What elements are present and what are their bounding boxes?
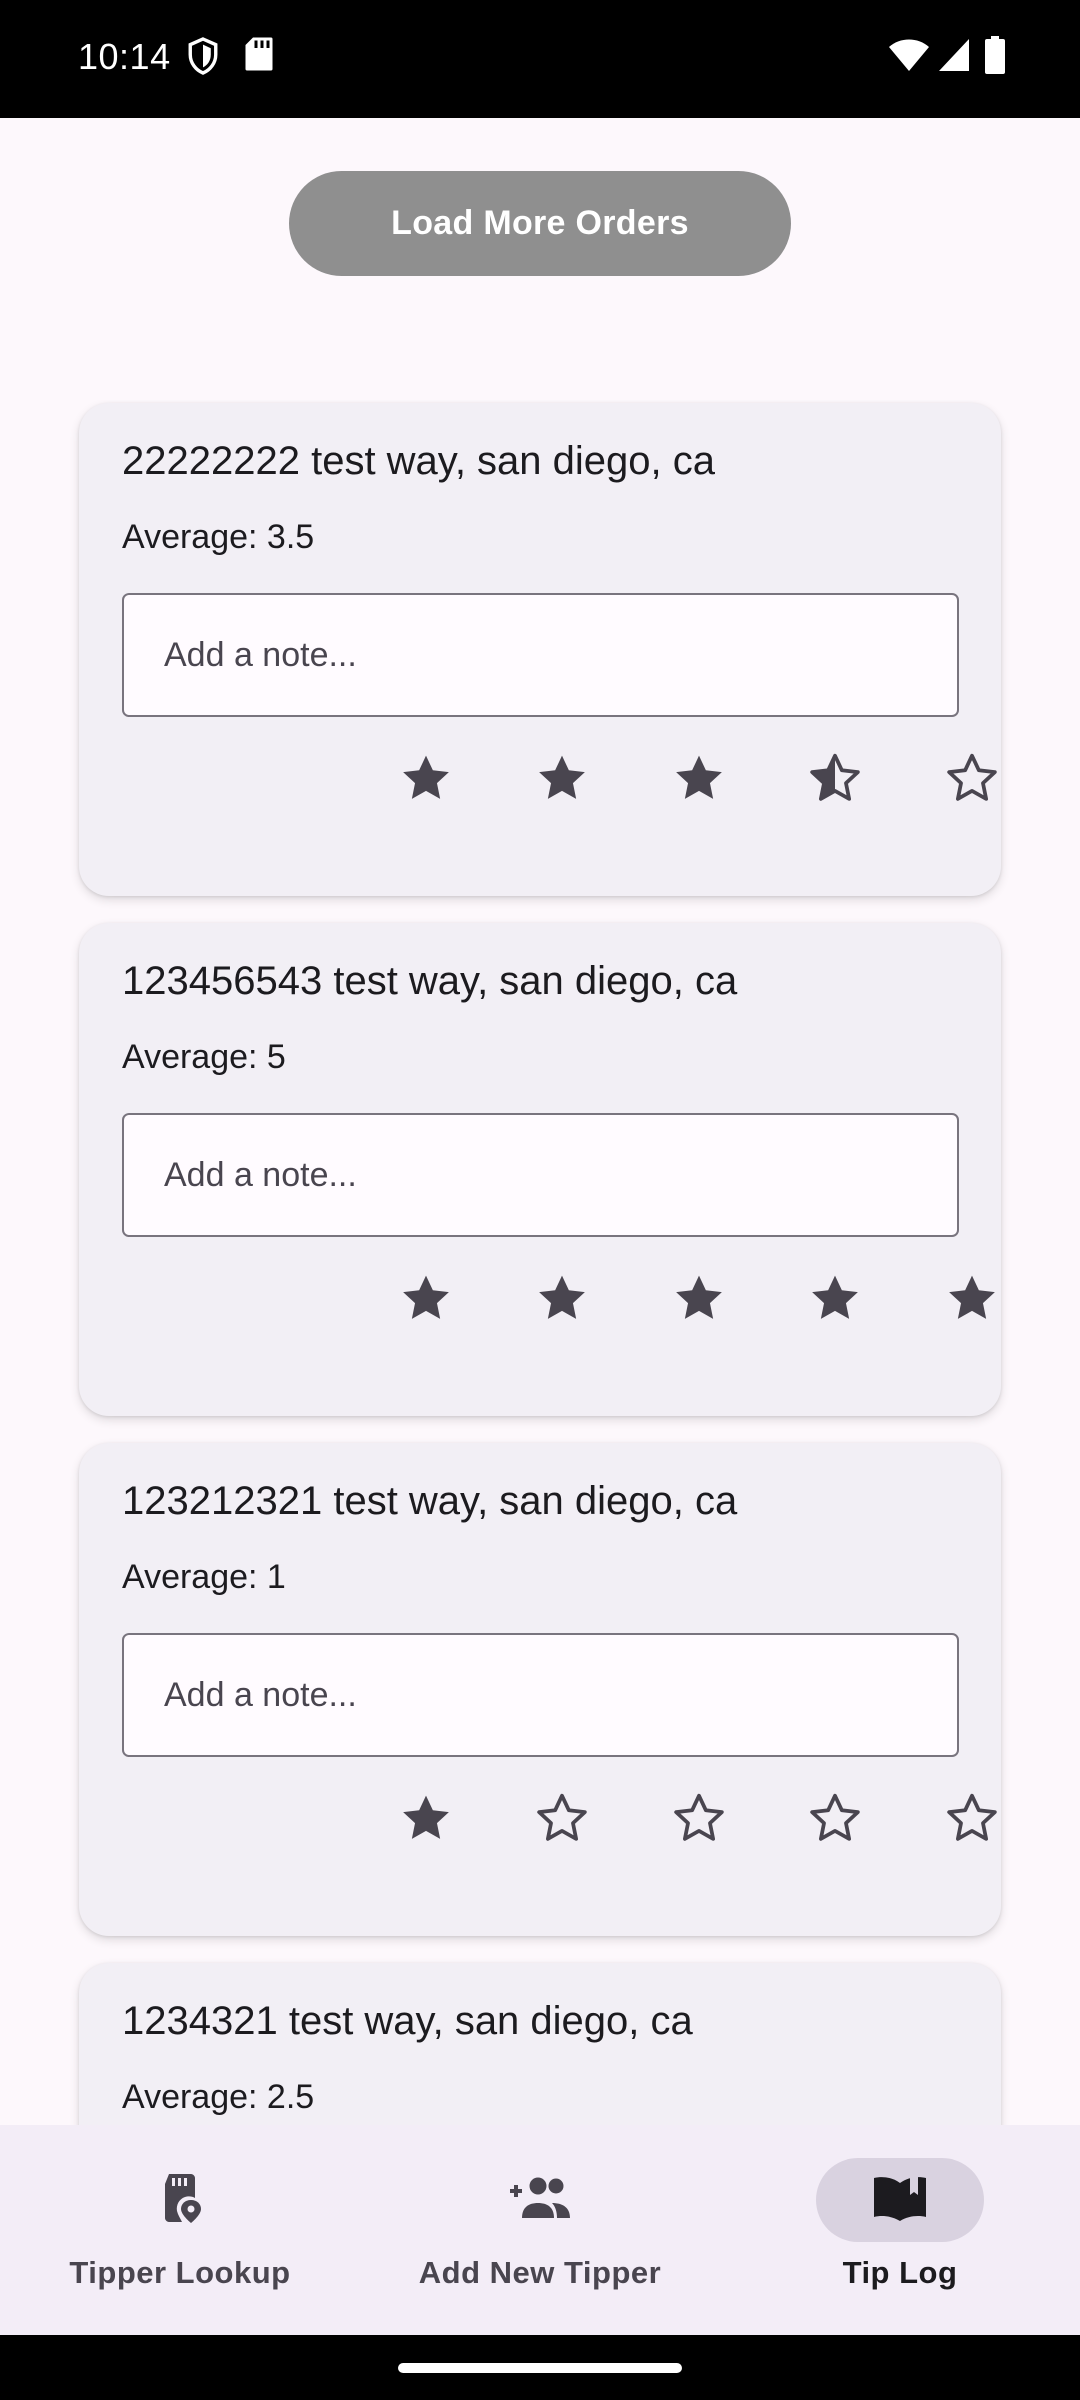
star-half-icon[interactable] <box>807 751 863 807</box>
order-address: 123212321 test way, san diego, ca <box>122 1479 738 1523</box>
star-empty-icon[interactable] <box>944 751 1000 807</box>
star-filled-icon[interactable] <box>534 1271 590 1327</box>
star-filled-icon[interactable] <box>398 1271 454 1327</box>
screen: 10:14 Load More Orders 22222222 test way… <box>0 0 1080 2400</box>
order-card: 1234321 test way, san diego, ca Average:… <box>79 1963 1001 2125</box>
star-filled-icon[interactable] <box>671 1271 727 1327</box>
star-filled-icon[interactable] <box>944 1271 1000 1327</box>
signal-icon <box>938 38 970 77</box>
star-filled-icon[interactable] <box>807 1271 863 1327</box>
nav-indicator <box>96 2158 264 2242</box>
order-average: Average: 2.5 <box>122 2078 315 2116</box>
star-rating[interactable] <box>79 1791 1001 1861</box>
nav-add-new-tipper[interactable]: Add New Tipper <box>360 2125 720 2335</box>
home-gesture-handle[interactable] <box>398 2363 682 2373</box>
star-filled-icon[interactable] <box>398 751 454 807</box>
order-list[interactable]: 22222222 test way, san diego, ca Average… <box>0 400 1080 2125</box>
order-card: 123456543 test way, san diego, ca Averag… <box>79 923 1001 1416</box>
add-person-icon <box>507 2176 573 2225</box>
open-book-icon <box>870 2173 930 2228</box>
order-address: 22222222 test way, san diego, ca <box>122 439 716 483</box>
order-address: 123456543 test way, san diego, ca <box>122 959 738 1003</box>
star-filled-icon[interactable] <box>671 751 727 807</box>
order-average: Average: 3.5 <box>122 518 315 556</box>
star-empty-icon[interactable] <box>671 1791 727 1847</box>
nav-tipper-lookup[interactable]: Tipper Lookup <box>0 2125 360 2335</box>
star-rating[interactable] <box>79 1271 1001 1341</box>
star-empty-icon[interactable] <box>534 1791 590 1847</box>
status-bar: 10:14 <box>0 0 1080 118</box>
shield-icon <box>186 36 220 81</box>
sd-card-icon <box>244 36 274 77</box>
status-time: 10:14 <box>78 36 171 77</box>
nav-label: Add New Tipper <box>418 2255 662 2290</box>
note-input[interactable] <box>122 593 959 717</box>
nav-label: Tip Log <box>842 2255 958 2290</box>
order-address: 1234321 test way, san diego, ca <box>122 1999 693 2043</box>
battery-icon <box>984 36 1006 79</box>
bottom-navigation: Tipper Lookup Add New Tipper Tip Log <box>0 2125 1080 2335</box>
note-input[interactable] <box>122 1113 959 1237</box>
load-more-orders-button[interactable]: Load More Orders <box>289 171 791 276</box>
order-card: 123212321 test way, san diego, ca Averag… <box>79 1443 1001 1936</box>
gesture-area <box>0 2335 1080 2400</box>
nav-indicator-active <box>816 2158 984 2242</box>
note-input[interactable] <box>122 1633 959 1757</box>
star-filled-icon[interactable] <box>398 1791 454 1847</box>
order-card: 22222222 test way, san diego, ca Average… <box>79 403 1001 896</box>
star-filled-icon[interactable] <box>534 751 590 807</box>
order-average: Average: 5 <box>122 1038 286 1076</box>
star-rating[interactable] <box>79 751 1001 821</box>
nav-tip-log[interactable]: Tip Log <box>720 2125 1080 2335</box>
star-empty-icon[interactable] <box>944 1791 1000 1847</box>
order-average: Average: 1 <box>122 1558 286 1596</box>
star-empty-icon[interactable] <box>807 1791 863 1847</box>
map-pin-icon <box>155 2172 205 2229</box>
nav-label: Tipper Lookup <box>69 2255 291 2290</box>
nav-indicator <box>456 2158 624 2242</box>
wifi-icon <box>888 38 930 77</box>
